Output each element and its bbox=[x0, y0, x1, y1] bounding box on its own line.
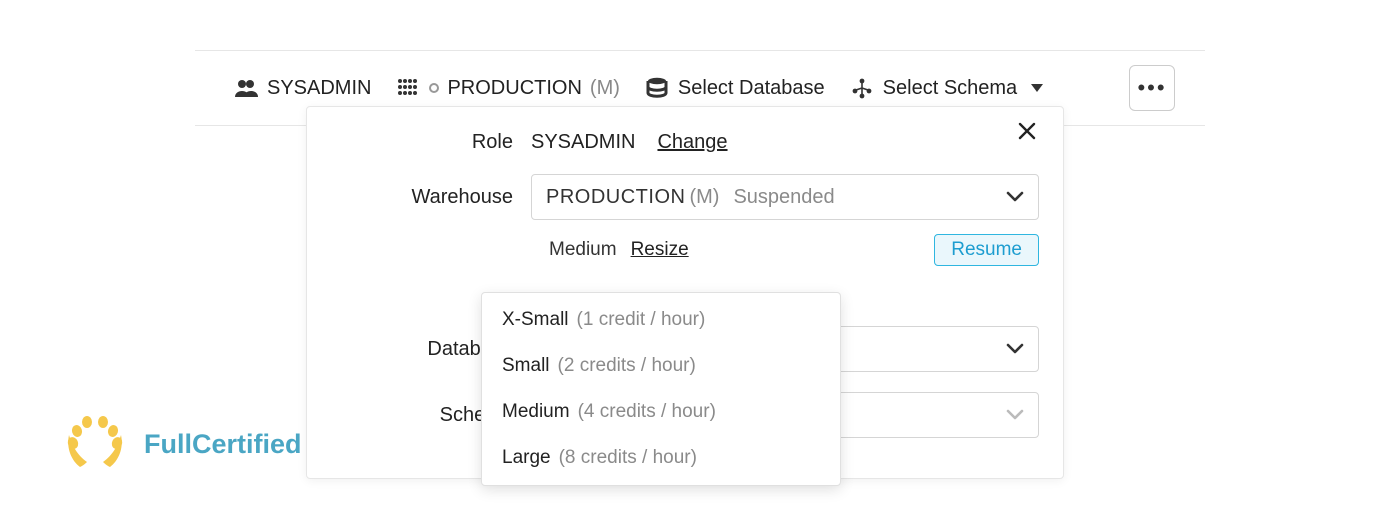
resize-option-detail: (4 credits / hour) bbox=[578, 401, 716, 423]
warehouse-field-label: Warehouse bbox=[331, 186, 531, 209]
close-icon bbox=[1017, 120, 1037, 147]
resize-dropdown: X-Small (1 credit / hour) Small (2 credits … bbox=[481, 292, 841, 486]
resize-option[interactable]: Medium (4 credits / hour) bbox=[482, 389, 840, 435]
schema-label: Select Schema bbox=[883, 77, 1018, 100]
resize-option[interactable]: Small (2 credits / hour) bbox=[482, 343, 840, 389]
resize-option[interactable]: X-Small (1 credit / hour) bbox=[482, 297, 840, 343]
database-label: Select Database bbox=[678, 77, 825, 100]
resume-button[interactable]: Resume bbox=[934, 234, 1039, 266]
resize-option-name: X-Small bbox=[502, 309, 569, 331]
warehouse-icon bbox=[395, 77, 421, 99]
database-pill[interactable]: Select Database bbox=[636, 75, 833, 102]
role-field-label: Role bbox=[331, 131, 531, 154]
resize-link[interactable]: Resize bbox=[631, 239, 689, 261]
role-label: SYSADMIN bbox=[267, 77, 371, 100]
warehouse-select-size: (M) bbox=[689, 186, 719, 209]
resize-option-detail: (8 credits / hour) bbox=[559, 447, 697, 469]
chevron-down-icon bbox=[1006, 343, 1024, 355]
warehouse-size: (M) bbox=[590, 77, 620, 100]
warehouse-select-status: Suspended bbox=[733, 186, 834, 209]
resize-option-name: Medium bbox=[502, 401, 570, 423]
role-field-value: SYSADMIN bbox=[531, 131, 635, 154]
warehouse-current-size: Medium bbox=[549, 239, 617, 261]
chevron-down-icon bbox=[1006, 191, 1024, 203]
resize-option-name: Large bbox=[502, 447, 551, 469]
warehouse-pill[interactable]: PRODUCTION (M) bbox=[387, 75, 627, 102]
more-icon: ••• bbox=[1137, 75, 1166, 101]
close-button[interactable] bbox=[1013, 121, 1041, 149]
more-menu-button[interactable]: ••• bbox=[1129, 65, 1175, 111]
resize-option-name: Small bbox=[502, 355, 550, 377]
resize-option[interactable]: Large (8 credits / hour) bbox=[482, 435, 840, 481]
schema-pill[interactable]: Select Schema bbox=[841, 75, 1052, 102]
warehouse-select-name: PRODUCTION bbox=[546, 186, 685, 209]
warehouse-status-dot bbox=[429, 83, 439, 93]
schema-icon bbox=[849, 77, 875, 99]
resize-option-detail: (2 credits / hour) bbox=[558, 355, 696, 377]
resize-option-detail: (1 credit / hour) bbox=[577, 309, 706, 331]
role-pill[interactable]: SYSADMIN bbox=[225, 75, 379, 102]
database-icon bbox=[644, 77, 670, 99]
role-change-link[interactable]: Change bbox=[657, 131, 727, 154]
brand-watermark: FullCertified bbox=[60, 409, 302, 479]
brand-text: FullCertified bbox=[144, 429, 302, 460]
laurel-icon bbox=[60, 409, 130, 479]
role-icon bbox=[233, 77, 259, 99]
warehouse-select[interactable]: PRODUCTION (M) Suspended bbox=[531, 174, 1039, 220]
warehouse-name: PRODUCTION bbox=[447, 77, 581, 100]
chevron-down-icon bbox=[1031, 84, 1043, 92]
chevron-down-icon bbox=[1006, 409, 1024, 421]
